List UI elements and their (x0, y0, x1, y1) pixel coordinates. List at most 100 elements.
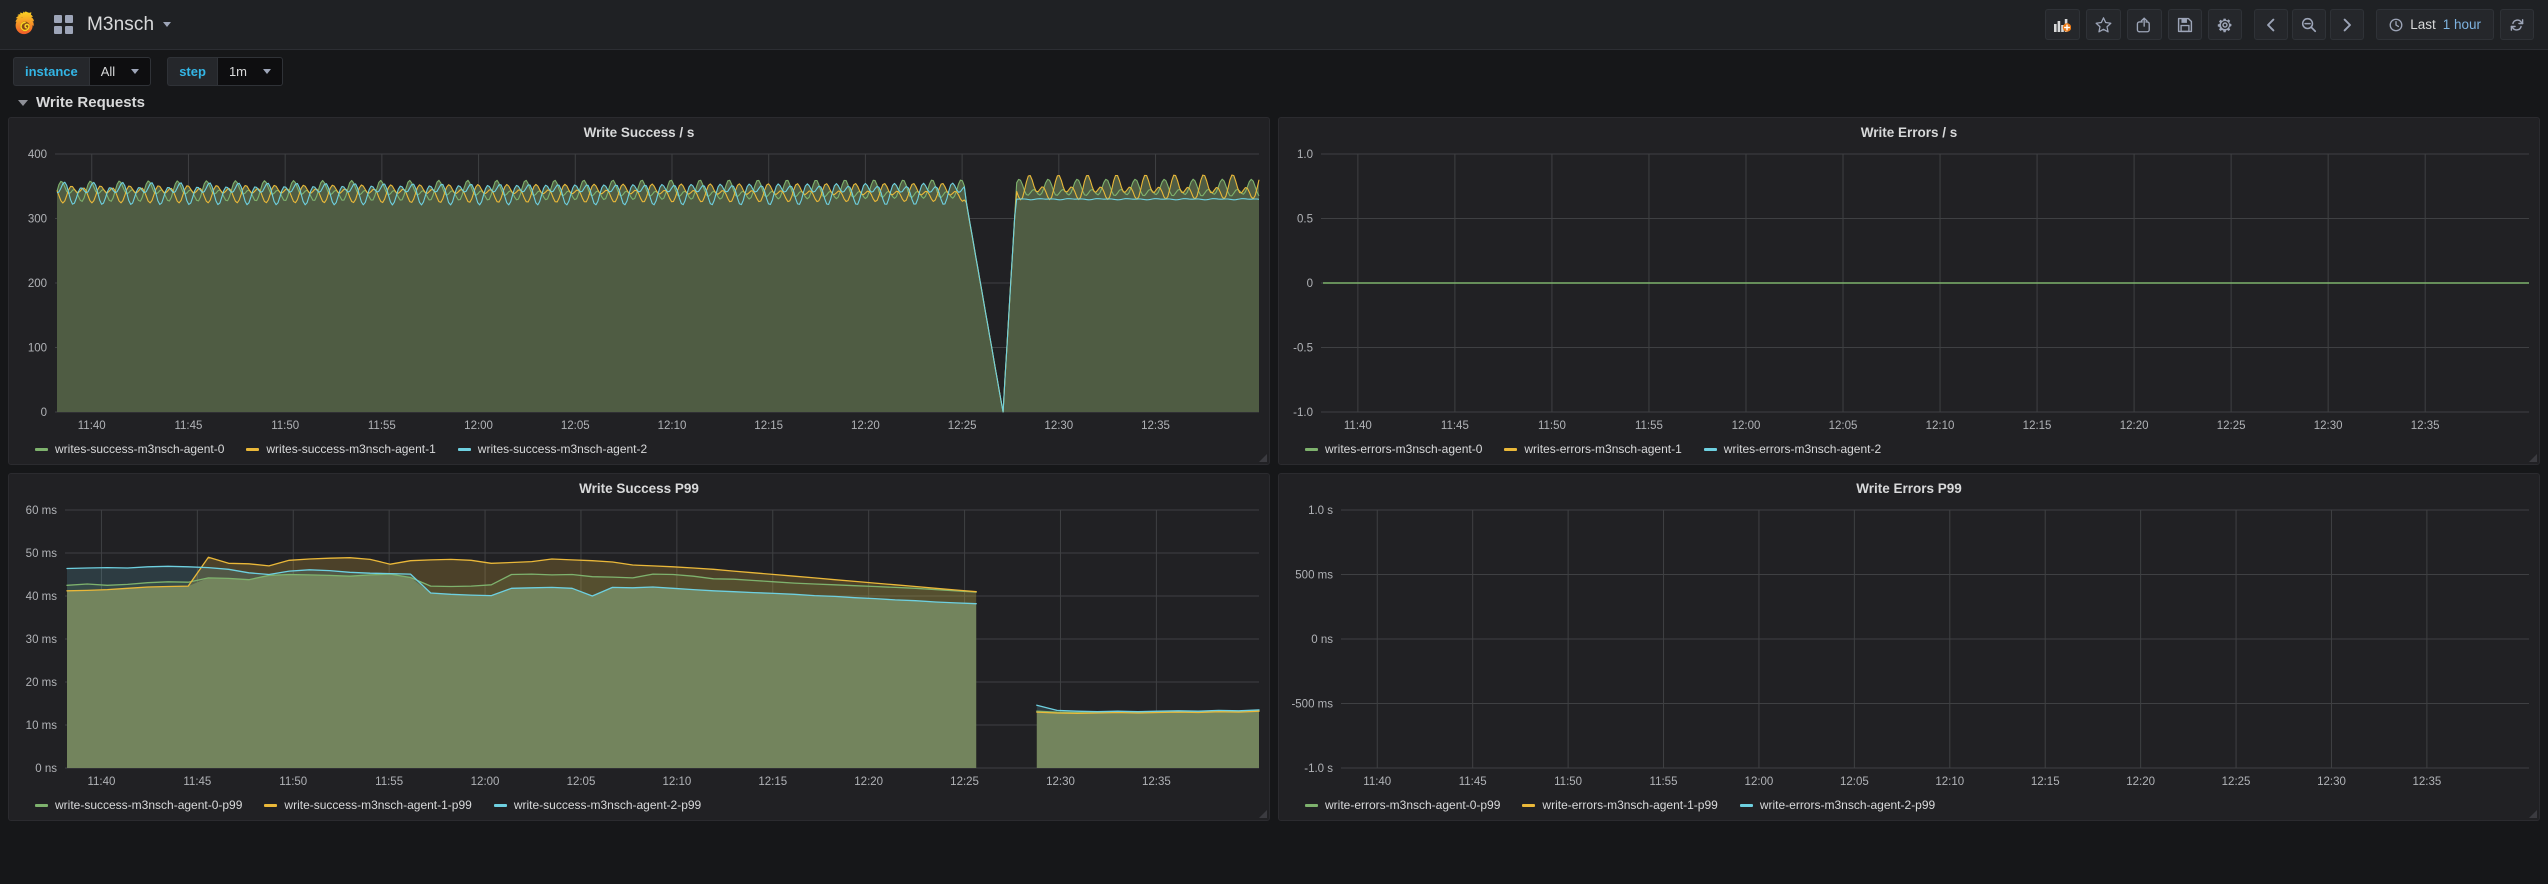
legend-item[interactable]: write-success-m3nsch-agent-2-p99 (493, 798, 701, 812)
panel-resize-handle[interactable] (1259, 454, 1267, 462)
legend-label: writes-errors-m3nsch-agent-0 (1325, 442, 1483, 456)
svg-text:11:40: 11:40 (87, 776, 115, 788)
legend-label: writes-success-m3nsch-agent-0 (55, 442, 225, 456)
legend-item[interactable]: writes-errors-m3nsch-agent-0 (1305, 442, 1482, 456)
legend-item[interactable]: writes-success-m3nsch-agent-0 (35, 442, 224, 456)
add-panel-button[interactable] (2045, 9, 2081, 40)
legend-color-swatch (264, 803, 278, 807)
legend-label: write-success-m3nsch-agent-0-p99 (55, 798, 243, 812)
legend-color-swatch (493, 803, 507, 807)
svg-text:12:35: 12:35 (1141, 420, 1170, 432)
svg-text:12:15: 12:15 (2031, 776, 2060, 788)
time-shift-back-button[interactable] (2254, 9, 2289, 40)
navbar-actions: Last 1 hour (2045, 9, 2534, 40)
share-dashboard-button[interactable] (2127, 9, 2163, 40)
svg-text:60 ms: 60 ms (26, 505, 58, 517)
legend-item[interactable]: writes-errors-m3nsch-agent-1 (1504, 442, 1682, 456)
svg-text:11:55: 11:55 (1635, 420, 1663, 432)
page-title[interactable]: M3nsch (87, 14, 154, 36)
panel-title[interactable]: Write Errors P99 (1279, 474, 2539, 498)
svg-text:12:00: 12:00 (1732, 420, 1761, 432)
svg-text:300: 300 (28, 214, 47, 226)
time-navigation-group (2254, 9, 2365, 40)
svg-text:11:40: 11:40 (1344, 420, 1372, 432)
svg-text:12:10: 12:10 (658, 420, 687, 432)
legend-item[interactable]: write-success-m3nsch-agent-0-p99 (35, 798, 242, 812)
row-title: Write Requests (36, 94, 145, 111)
svg-text:12:10: 12:10 (1926, 420, 1955, 432)
svg-text:11:55: 11:55 (368, 420, 396, 432)
svg-text:12:00: 12:00 (1745, 776, 1774, 788)
svg-text:12:35: 12:35 (1142, 776, 1171, 788)
panel-legend: writes-errors-m3nsch-agent-0 writes-error… (1279, 438, 2539, 464)
legend-item[interactable]: write-errors-m3nsch-agent-1-p99 (1522, 798, 1718, 812)
panel-row-top: Write Success / s 0 100 200 300 400 11:40 11:4… (8, 117, 2540, 465)
svg-text:12:35: 12:35 (2411, 420, 2440, 432)
legend-color-swatch (457, 447, 471, 451)
svg-text:30 ms: 30 ms (26, 634, 58, 646)
svg-text:12:20: 12:20 (851, 420, 880, 432)
legend-item[interactable]: write-errors-m3nsch-agent-2-p99 (1739, 798, 1935, 812)
svg-text:12:05: 12:05 (561, 420, 590, 432)
svg-text:12:00: 12:00 (471, 776, 500, 788)
plot-area[interactable]: 0 100 200 300 400 11:40 11:45 11:50 11:55 12:00 12… (9, 142, 1269, 438)
svg-text:12:15: 12:15 (754, 420, 783, 432)
legend-item[interactable]: write-success-m3nsch-agent-1-p99 (264, 798, 472, 812)
svg-text:12:20: 12:20 (2120, 420, 2149, 432)
legend-label: writes-success-m3nsch-agent-1 (266, 442, 436, 456)
variable-instance-select[interactable]: All (88, 56, 152, 86)
plot-area[interactable]: 0 ns 10 ms 20 ms 30 ms 40 ms 50 ms 60 ms 11:40 1… (9, 498, 1269, 794)
chevron-down-icon (263, 68, 271, 74)
svg-text:12:25: 12:25 (2217, 420, 2246, 432)
refresh-button[interactable] (2500, 9, 2534, 40)
chevron-down-icon[interactable] (163, 22, 172, 27)
plot-area[interactable]: -1.0 -0.5 0 0.5 1.0 11:40 11:45 11:50 11:55 12:00… (1279, 142, 2539, 438)
panel-write-success-p99: Write Success P99 0 ns 10 ms 20 ms 30 ms 40 … (8, 473, 1270, 821)
svg-text:11:55: 11:55 (375, 776, 403, 788)
dashboard-grid-icon[interactable] (54, 15, 73, 34)
panel-resize-handle[interactable] (2529, 454, 2537, 462)
plot-area[interactable]: -1.0 s -500 ms 0 ns 500 ms 1.0 s 11:40 11:45 11… (1279, 498, 2539, 794)
svg-text:50 ms: 50 ms (26, 548, 58, 560)
grafana-logo-icon[interactable] (10, 10, 40, 40)
zoom-out-button[interactable] (2292, 9, 2327, 40)
svg-text:12:30: 12:30 (1046, 776, 1075, 788)
time-range-picker[interactable]: Last 1 hour (2376, 9, 2494, 40)
refresh-icon (2510, 18, 2524, 31)
svg-text:11:50: 11:50 (1554, 776, 1582, 788)
grid-cell (65, 15, 73, 23)
top-navbar: M3nsch Last 1 hour (0, 0, 2548, 50)
mark-favorite-button[interactable] (2086, 9, 2122, 40)
svg-text:12:15: 12:15 (2023, 420, 2052, 432)
panel-resize-handle[interactable] (2529, 810, 2537, 818)
legend-color-swatch (1522, 803, 1536, 807)
svg-text:12:30: 12:30 (2314, 420, 2343, 432)
svg-text:0: 0 (41, 407, 47, 419)
clock-icon (2389, 18, 2403, 31)
time-range-prefix: Last (2410, 17, 2436, 32)
svg-text:12:25: 12:25 (950, 776, 979, 788)
svg-text:0 ns: 0 ns (35, 763, 57, 775)
row-header-write-requests[interactable]: Write Requests (0, 92, 2548, 117)
variable-step-select[interactable]: 1m (216, 56, 283, 86)
save-dashboard-button[interactable] (2168, 9, 2203, 40)
legend-label: writes-errors-m3nsch-agent-1 (1524, 442, 1682, 456)
dashboard-settings-button[interactable] (2208, 9, 2243, 40)
panel-title[interactable]: Write Success P99 (9, 474, 1269, 498)
template-variables-bar: instance All step 1m (0, 50, 2548, 92)
legend-item[interactable]: write-errors-m3nsch-agent-0-p99 (1305, 798, 1500, 812)
svg-text:12:25: 12:25 (948, 420, 977, 432)
legend-item[interactable]: writes-errors-m3nsch-agent-2 (1703, 442, 1882, 456)
panel-resize-handle[interactable] (1259, 810, 1267, 818)
grid-cell (54, 15, 62, 23)
svg-text:12:30: 12:30 (1044, 420, 1073, 432)
panel-title[interactable]: Write Success / s (9, 118, 1269, 142)
legend-item[interactable]: writes-success-m3nsch-agent-1 (246, 442, 436, 456)
time-shift-forward-button[interactable] (2330, 9, 2365, 40)
svg-text:12:05: 12:05 (1840, 776, 1869, 788)
panel-title[interactable]: Write Errors / s (1279, 118, 2539, 142)
panel-write-errors-p99: Write Errors P99 -1.0 s -500 ms 0 ns 500 ms… (1278, 473, 2540, 821)
legend-item[interactable]: writes-success-m3nsch-agent-2 (457, 442, 647, 456)
legend-label: writes-errors-m3nsch-agent-2 (1723, 442, 1882, 456)
svg-text:11:45: 11:45 (1441, 420, 1469, 432)
